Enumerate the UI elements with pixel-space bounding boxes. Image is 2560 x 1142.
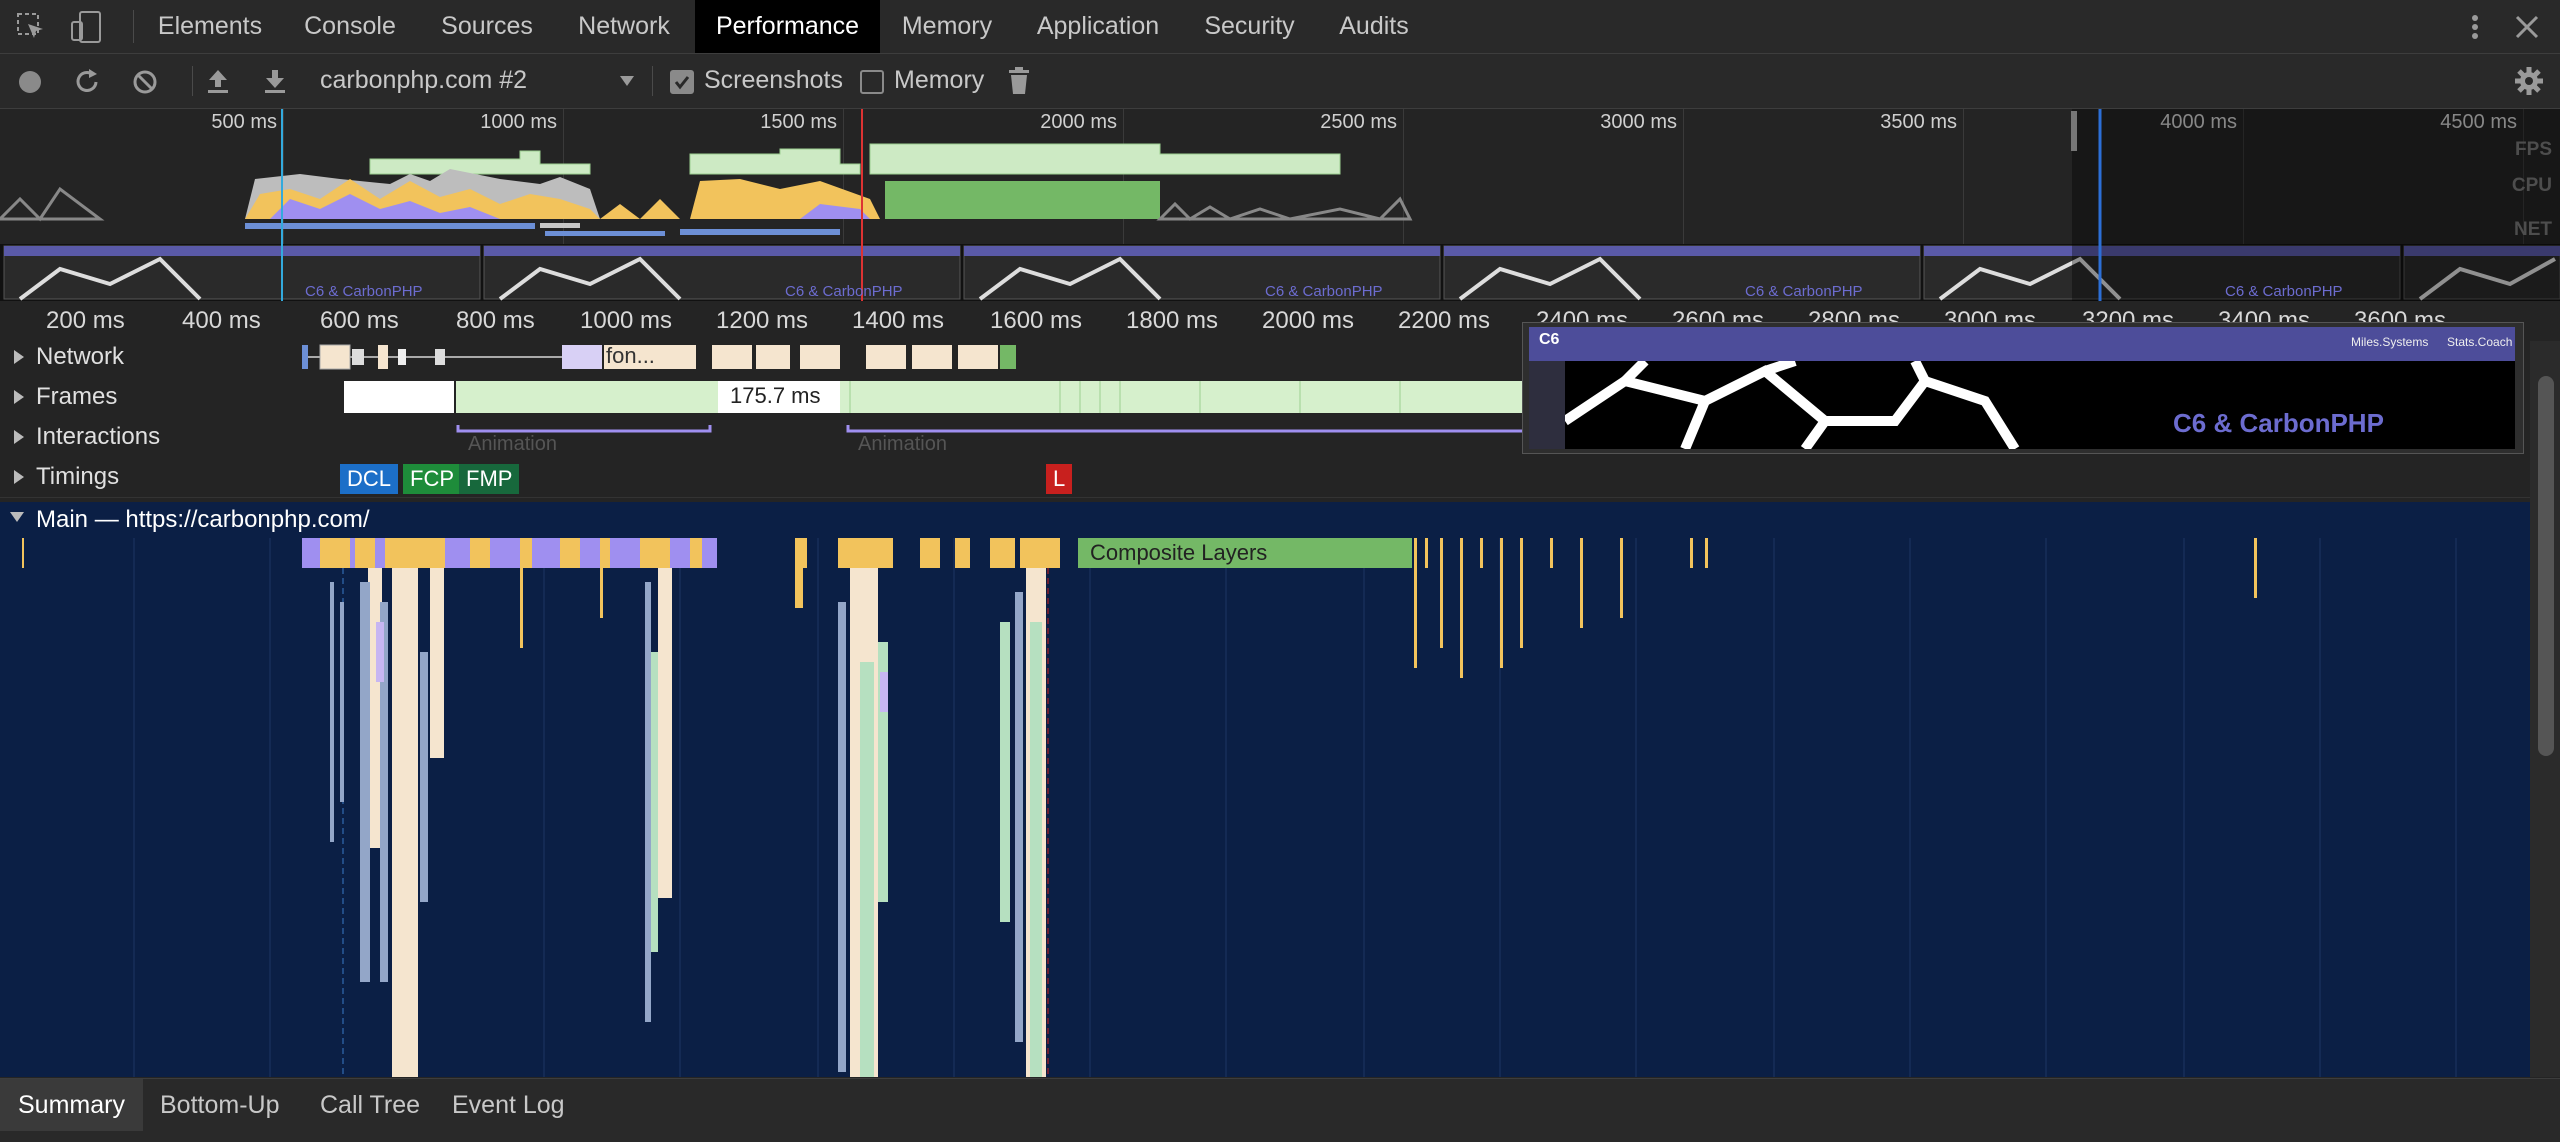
preview-caption: C6 & CarbonPHP — [2173, 408, 2384, 438]
ruler-label: 1400 ms — [852, 307, 945, 334]
ruler-label: 1800 ms — [1126, 307, 1219, 334]
composite-layers-label[interactable]: Composite Layers — [1090, 540, 1267, 566]
ruler-label: 2000 ms — [1262, 307, 1355, 334]
scrollbar-thumb[interactable] — [2538, 376, 2554, 756]
timeline-overview[interactable]: 500 ms 1000 ms 1500 ms 2000 ms 2500 ms 3… — [0, 109, 2560, 301]
tab-event-log[interactable]: Event Log — [434, 1079, 583, 1131]
inspect-element-icon[interactable] — [16, 12, 46, 42]
filmstrip-caption: C6 & CarbonPHP — [305, 283, 423, 300]
tab-console[interactable]: Console — [290, 0, 410, 53]
upload-icon[interactable] — [203, 66, 233, 96]
tab-audits[interactable]: Audits — [1328, 0, 1420, 53]
dcl-marker[interactable]: DCL — [340, 464, 399, 494]
screenshots-label: Screenshots — [704, 66, 843, 94]
clear-icon[interactable] — [130, 67, 160, 97]
device-toolbar-icon[interactable] — [70, 10, 104, 44]
frame-duration-label: 175.7 ms — [730, 383, 821, 408]
trash-icon[interactable] — [1006, 66, 1032, 96]
ruler-label: 600 ms — [320, 307, 399, 334]
details-tab-bar: Summary Bottom-Up Call Tree Event Log — [0, 1078, 2560, 1142]
tab-performance[interactable]: Performance — [695, 0, 880, 53]
tab-call-tree[interactable]: Call Tree — [302, 1079, 438, 1131]
overview-graphs — [0, 109, 2560, 301]
fmp-marker[interactable]: FMP — [459, 464, 520, 494]
filmstrip-caption: C6 & CarbonPHP — [1265, 283, 1383, 300]
checkmark-icon — [674, 76, 690, 90]
load-marker[interactable]: L — [1046, 464, 1073, 494]
devtools-tab-bar: Elements Console Sources Network Perform… — [0, 0, 2560, 54]
record-icon[interactable] — [16, 68, 44, 96]
capture-settings-gear-icon[interactable] — [2512, 64, 2546, 98]
tab-memory[interactable]: Memory — [893, 0, 1001, 53]
chevron-down-icon[interactable] — [618, 74, 636, 88]
tab-security[interactable]: Security — [1192, 0, 1307, 53]
more-options-icon[interactable] — [2460, 12, 2490, 42]
divider — [192, 66, 193, 96]
ruler-label: 1200 ms — [716, 307, 809, 334]
filmstrip-caption: C6 & CarbonPHP — [785, 283, 903, 300]
expand-triangle-icon[interactable] — [14, 470, 24, 484]
ruler-label: 400 ms — [182, 307, 261, 334]
tab-bottom-up[interactable]: Bottom-Up — [142, 1079, 297, 1131]
flame-chart — [22, 538, 2457, 1077]
tab-summary[interactable]: Summary — [0, 1079, 143, 1131]
preview-sidebar — [1529, 361, 1565, 449]
filmstrip-caption: C6 & CarbonPHP — [1745, 283, 1863, 300]
memory-checkbox[interactable] — [860, 70, 884, 94]
timings-track-label: Timings — [36, 463, 120, 490]
screenshot-preview-popover: C6 Miles.Systems Stats.Coach C6 & Carbon… — [1522, 322, 2524, 454]
divider — [133, 10, 134, 43]
ruler-label: 1600 ms — [990, 307, 1083, 334]
performance-toolbar: carbonphp.com #2 Screenshots Memory — [0, 54, 2560, 109]
download-icon[interactable] — [260, 66, 290, 96]
close-icon[interactable] — [2512, 12, 2542, 42]
timings-track[interactable]: Timings DCL FCP FMP L — [0, 457, 2530, 498]
reload-icon[interactable] — [72, 67, 102, 97]
preview-brand: C6 — [1539, 331, 1560, 348]
screenshots-checkbox[interactable] — [670, 70, 694, 94]
ruler-label: 200 ms — [46, 307, 125, 334]
ruler-label: 800 ms — [456, 307, 535, 334]
ruler-label: 1000 ms — [580, 307, 673, 334]
ruler-label: 2200 ms — [1398, 307, 1491, 334]
filmstrip-caption: C6 & CarbonPHP — [2225, 283, 2343, 300]
tab-application[interactable]: Application — [1024, 0, 1172, 53]
profile-select[interactable]: carbonphp.com #2 — [320, 66, 527, 95]
preview-nav-link: Stats.Coach — [2447, 335, 2513, 349]
preview-nav-link: Miles.Systems — [2351, 335, 2429, 349]
animation-label: Animation — [858, 433, 947, 455]
tab-sources[interactable]: Sources — [428, 0, 546, 53]
animation-label: Animation — [468, 433, 557, 455]
tab-elements[interactable]: Elements — [146, 0, 274, 53]
main-thread-track[interactable]: Main — https://carbonphp.com/ Composite … — [0, 502, 2530, 1077]
flame-chart-scrollbar[interactable] — [2530, 341, 2560, 1077]
tab-network[interactable]: Network — [566, 0, 682, 53]
divider — [652, 66, 653, 96]
memory-label: Memory — [894, 66, 985, 94]
network-request-label[interactable]: fon... — [606, 343, 655, 369]
fcp-marker[interactable]: FCP — [403, 464, 461, 494]
